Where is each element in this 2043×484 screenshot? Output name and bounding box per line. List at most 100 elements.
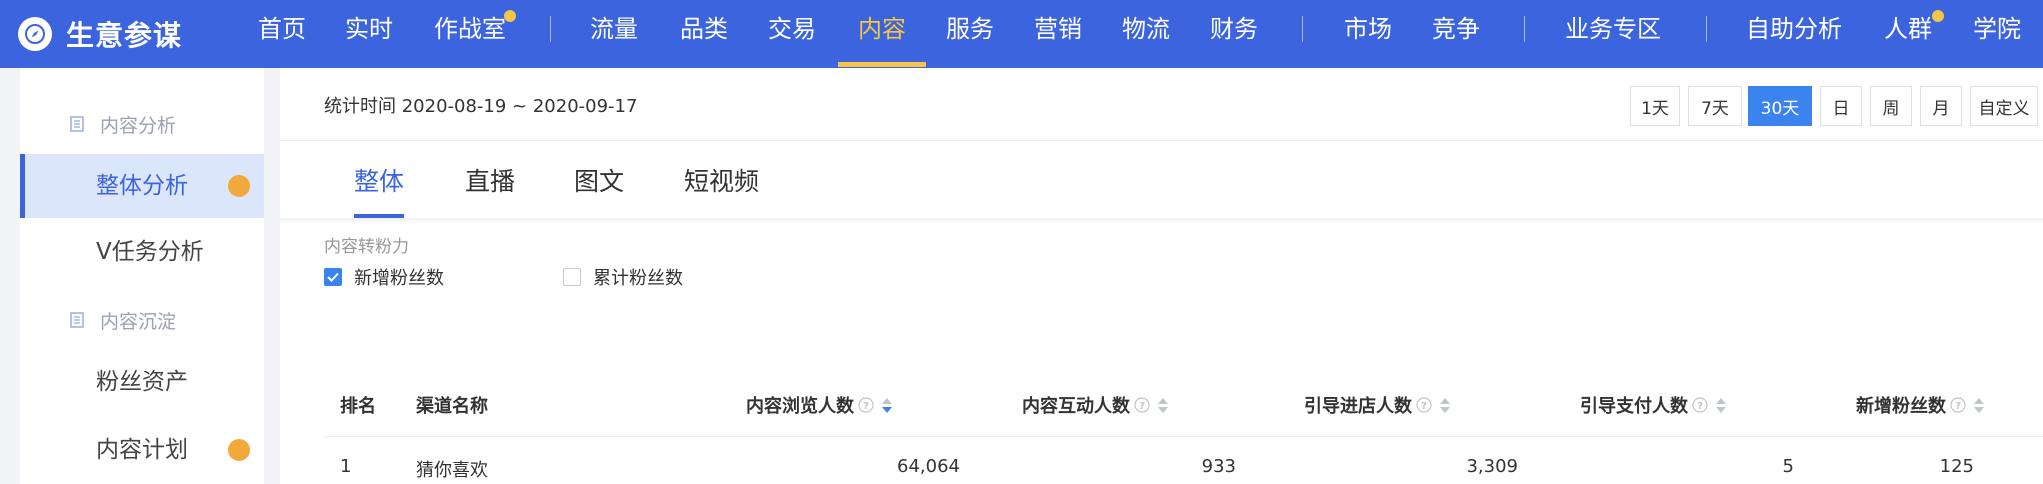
svg-text:?: ? — [1421, 401, 1427, 412]
range-week-button[interactable]: 周 — [1870, 86, 1912, 126]
nav-item-market[interactable]: 市场 — [1344, 0, 1392, 68]
table-header-interactions[interactable]: 内容互动人数 ? — [1022, 392, 1168, 418]
sidebar-group-label: 内容沉淀 — [100, 310, 177, 333]
checkbox-new-fans[interactable]: 新增粉丝数 — [324, 264, 444, 290]
table-header-new-fans[interactable]: 新增粉丝数 ? — [1856, 392, 1984, 418]
tab-short-video[interactable]: 短视频 — [684, 162, 759, 198]
sidebar-item-overall-analysis[interactable]: 整体分析 — [20, 154, 264, 218]
sidebar-item-label: V任务分析 — [96, 239, 204, 265]
sort-icon[interactable] — [1158, 397, 1168, 413]
checkbox-unchecked-icon[interactable] — [563, 268, 581, 286]
range-1day-button[interactable]: 1天 — [1630, 86, 1680, 126]
nav-item-academy[interactable]: 学院 — [1973, 0, 2021, 68]
tab-live[interactable]: 直播 — [465, 162, 515, 198]
sidebar-item-fan-assets[interactable]: 粉丝资产 — [20, 350, 264, 414]
header-label: 内容浏览人数 — [746, 396, 854, 417]
sidebar-group-content-analysis: 内容分析 — [20, 100, 264, 148]
stat-time: 统计时间 2020-08-19 ~ 2020-09-17 — [324, 96, 638, 117]
question-icon[interactable]: ? — [1416, 397, 1432, 413]
nav-item-self-analysis[interactable]: 自助分析 — [1746, 0, 1842, 68]
sort-icon[interactable] — [1716, 397, 1726, 413]
range-month-button[interactable]: 月 — [1920, 86, 1962, 126]
table-divider — [324, 436, 2043, 437]
sort-icon[interactable] — [882, 397, 892, 413]
header-label: 渠道名称 — [416, 396, 488, 417]
table-header-payments[interactable]: 引导支付人数 ? — [1580, 392, 1726, 418]
header-label: 排名 — [340, 396, 376, 417]
sidebar-group-label: 内容分析 — [100, 114, 177, 137]
checkbox-label: 累计粉丝数 — [593, 268, 683, 289]
new-dot-icon — [504, 10, 516, 22]
sidebar-item-content-plan[interactable]: 内容计划 — [20, 418, 264, 482]
nav-item-competition[interactable]: 竞争 — [1432, 0, 1480, 68]
tab-image-text[interactable]: 图文 — [574, 162, 624, 198]
header-label: 新增粉丝数 — [1856, 396, 1946, 417]
question-icon[interactable]: ? — [1692, 397, 1708, 413]
svg-text:?: ? — [1139, 401, 1145, 412]
sidebar-item-vtask-analysis[interactable]: V任务分析 — [20, 220, 264, 284]
nav-item-home[interactable]: 首页 — [258, 0, 306, 68]
nav-separator — [550, 16, 551, 42]
range-30day-button[interactable]: 30天 — [1748, 86, 1812, 126]
nav-item-realtime[interactable]: 实时 — [345, 0, 393, 68]
header-label: 内容互动人数 — [1022, 396, 1130, 417]
table-header-channel: 渠道名称 — [416, 392, 488, 418]
range-custom-button[interactable]: 自定义 — [1970, 86, 2038, 126]
cell-payments: 5 — [1782, 456, 1794, 477]
sidebar-item-label: 整体分析 — [96, 173, 188, 199]
table-header-store-visits[interactable]: 引导进店人数 ? — [1304, 392, 1450, 418]
nav-item-trade[interactable]: 交易 — [768, 0, 816, 68]
header-label: 引导进店人数 — [1304, 396, 1412, 417]
nav-item-finance[interactable]: 财务 — [1210, 0, 1258, 68]
cell-rank: 1 — [340, 456, 352, 477]
divider — [280, 140, 2043, 141]
sidebar-group-content-deposit: 内容沉淀 — [20, 296, 264, 344]
nav-item-marketing[interactable]: 营销 — [1034, 0, 1082, 68]
cell-new-fans: 125 — [1939, 456, 1974, 477]
sidebar-item-label: 内容计划 — [96, 437, 188, 463]
document-icon — [70, 312, 84, 328]
new-dot-icon — [1932, 10, 1944, 22]
section-label-conversion: 内容转粉力 — [324, 237, 409, 257]
svg-text:?: ? — [863, 401, 869, 412]
sort-icon[interactable] — [1974, 397, 1984, 413]
svg-text:?: ? — [1697, 401, 1703, 412]
tab-overall[interactable]: 整体 — [354, 162, 404, 198]
nav-item-logistics[interactable]: 物流 — [1122, 0, 1170, 68]
question-icon[interactable]: ? — [1950, 397, 1966, 413]
cell-store-visits: 3,309 — [1466, 456, 1518, 477]
checkbox-total-fans[interactable]: 累计粉丝数 — [563, 264, 683, 290]
nav-active-underline — [838, 62, 926, 67]
nav-item-business-zone[interactable]: 业务专区 — [1565, 0, 1661, 68]
range-7day-button[interactable]: 7天 — [1688, 86, 1742, 126]
nav-separator — [1302, 16, 1303, 42]
checkbox-label: 新增粉丝数 — [354, 268, 444, 289]
svg-text:?: ? — [1955, 401, 1961, 412]
top-nav: 生意参谋 首页 实时 作战室 流量 品类 交易 内容 服务 营销 物流 财务 市… — [0, 0, 2043, 68]
header-label: 引导支付人数 — [1580, 396, 1688, 417]
compass-icon — [18, 17, 52, 51]
nav-item-crowd[interactable]: 人群 — [1884, 0, 1932, 68]
nav-item-traffic[interactable]: 流量 — [590, 0, 638, 68]
checkbox-checked-icon[interactable] — [324, 268, 342, 286]
main-panel: 统计时间 2020-08-19 ~ 2020-09-17 1天 7天 30天 日… — [280, 68, 2043, 484]
cell-channel: 猜你喜欢 — [416, 460, 488, 481]
cell-interactions: 933 — [1201, 456, 1236, 477]
question-icon[interactable]: ? — [858, 397, 874, 413]
document-icon — [70, 116, 84, 132]
nav-item-service[interactable]: 服务 — [946, 0, 994, 68]
nav-item-category[interactable]: 品类 — [680, 0, 728, 68]
sort-icon[interactable] — [1440, 397, 1450, 413]
badge-dot-icon — [228, 439, 250, 461]
tabs-divider — [280, 218, 2043, 224]
table-header-views[interactable]: 内容浏览人数 ? — [746, 392, 892, 418]
nav-separator — [1524, 16, 1525, 42]
question-icon[interactable]: ? — [1134, 397, 1150, 413]
nav-item-content[interactable]: 内容 — [858, 0, 906, 68]
nav-item-warroom[interactable]: 作战室 — [434, 0, 506, 68]
brand-title: 生意参谋 — [66, 19, 183, 52]
range-day-button[interactable]: 日 — [1820, 86, 1862, 126]
sidebar-item-label: 粉丝资产 — [96, 369, 188, 395]
nav-separator — [1706, 16, 1707, 42]
brand[interactable]: 生意参谋 — [18, 12, 182, 56]
